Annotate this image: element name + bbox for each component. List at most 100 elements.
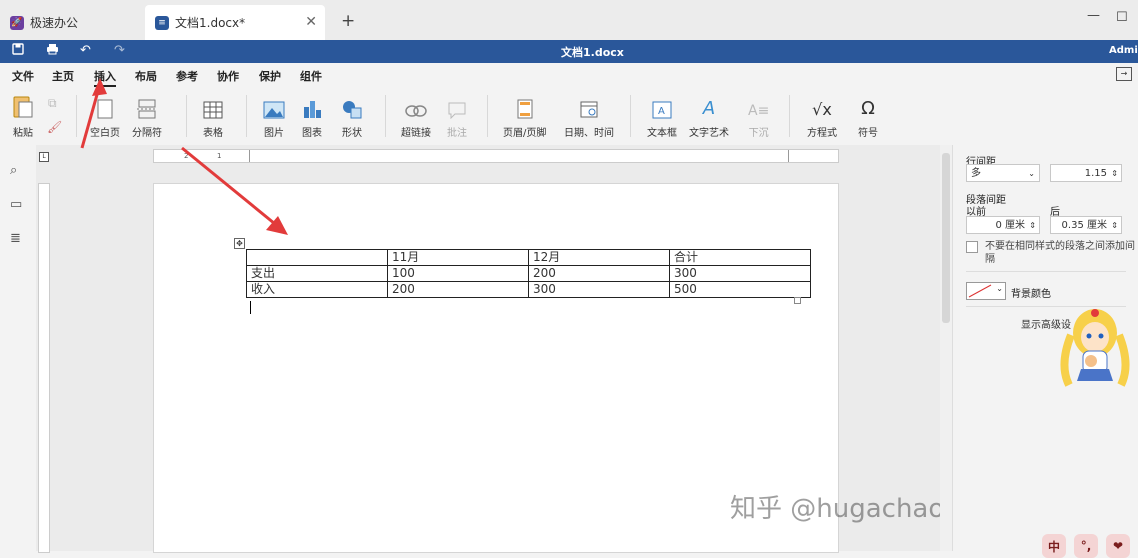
shape-label: 形状 [342, 128, 362, 139]
spinner-icon[interactable]: ⇕ [1111, 217, 1118, 235]
header-footer-icon [517, 93, 533, 119]
table-cell[interactable]: 300 [528, 281, 670, 298]
text-art-button[interactable]: A 文字艺术 [689, 93, 729, 139]
line-spacing-mode-select[interactable]: 多 ⌄ [966, 164, 1040, 182]
tab-stop-icon[interactable]: L [39, 152, 49, 162]
text-art-label: 文字艺术 [689, 128, 729, 139]
table-cell[interactable]: 合计 [669, 249, 811, 266]
equation-button[interactable]: √x 方程式 [807, 93, 837, 139]
text-cursor [250, 301, 251, 314]
vertical-scrollbar[interactable] [940, 145, 952, 551]
minimize-button[interactable]: — [1087, 8, 1100, 23]
spinner-icon[interactable]: ⇕ [1029, 217, 1036, 235]
date-time-button[interactable]: 日期、时间 [564, 93, 614, 139]
annotation-arrows [80, 78, 288, 235]
comment-label: 批注 [447, 128, 467, 139]
dropcap-icon: A≡ [748, 103, 770, 119]
app-logo-icon: 🚀 [10, 15, 24, 30]
table-row: 收入 200 300 500 [246, 281, 811, 298]
paste-button[interactable]: 粘贴 [11, 93, 35, 139]
user-name[interactable]: Admini [1109, 45, 1138, 56]
line-spacing-mode-value: 多 [971, 168, 981, 179]
symbol-label: 符号 [858, 128, 878, 139]
spacing-before-field[interactable]: 0 厘米 ⇕ [966, 216, 1040, 234]
menu-file[interactable]: 文件 [12, 68, 34, 84]
no-space-checkbox[interactable] [966, 241, 978, 253]
table-cell[interactable]: 12月 [528, 249, 670, 266]
clipboard-icon [11, 93, 35, 119]
table-cell[interactable]: 100 [387, 265, 529, 282]
textbox-label: 文本框 [647, 128, 677, 139]
tab-bar: 🚀 极速办公 ≡ 文档1.docx* ✕ + — ☐ [0, 0, 1138, 40]
textbox-button[interactable]: A 文本框 [647, 93, 677, 139]
navigation-icon[interactable]: ≣ [10, 231, 21, 246]
background-color-label: 背景颜色 [1011, 289, 1051, 300]
redo-icon[interactable]: ↷ [114, 43, 125, 59]
title-bar: ↶ ↷ 文档1.docx Admini [0, 40, 1138, 63]
table-cell[interactable] [246, 249, 388, 266]
hyperlink-label: 超链接 [401, 128, 431, 139]
text-art-icon: A [702, 98, 716, 119]
spinner-icon[interactable]: ⇕ [1111, 165, 1118, 183]
document-title: 文档1.docx [561, 46, 624, 59]
date-time-label: 日期、时间 [564, 128, 614, 139]
doc-icon: ≡ [155, 15, 169, 30]
equation-label: 方程式 [807, 128, 837, 139]
ime-heart-chip[interactable]: ❤ [1106, 534, 1130, 558]
comment-button[interactable]: 批注 [447, 93, 467, 139]
background-color-picker[interactable]: ⌄ [966, 282, 1006, 300]
save-icon[interactable] [12, 43, 24, 60]
header-footer-button[interactable]: 页眉/页脚 [503, 93, 546, 139]
table-resize-handle[interactable] [794, 297, 801, 304]
hyperlink-button[interactable]: 超链接 [401, 93, 431, 139]
header-footer-label: 页眉/页脚 [503, 128, 547, 139]
format-painter-icon[interactable]: 🖌 [47, 120, 62, 134]
tab-document[interactable]: ≡ 文档1.docx* ✕ [145, 5, 325, 40]
paste-label: 粘贴 [13, 128, 33, 139]
close-tab-icon[interactable]: ✕ [305, 14, 317, 30]
chevron-down-icon: ⌄ [1028, 169, 1035, 178]
anime-mascot-icon [1060, 309, 1130, 387]
spacing-before-value: 0 厘米 [995, 220, 1025, 231]
omega-icon: Ω [861, 98, 875, 119]
equation-icon: √x [812, 100, 832, 119]
table-cell[interactable]: 200 [387, 281, 529, 298]
table-row: 支出 100 200 300 [246, 265, 811, 282]
line-spacing-value: 1.15 [1084, 168, 1107, 179]
search-icon[interactable]: ⌕ [10, 163, 17, 178]
copy-icon[interactable]: ⧉ [48, 96, 57, 111]
ime-chinese-chip[interactable]: 中 [1042, 534, 1066, 558]
scrollbar-thumb[interactable] [942, 153, 950, 323]
tab-document-label: 文档1.docx* [175, 16, 246, 30]
comment-panel-icon[interactable]: ▭ [10, 197, 22, 212]
vertical-ruler[interactable] [38, 183, 50, 553]
table-cell[interactable]: 11月 [387, 249, 529, 266]
dropcap-button[interactable]: A≡ 下沉 [748, 93, 769, 139]
table-cell[interactable]: 300 [669, 265, 811, 282]
line-spacing-value-field[interactable]: 1.15 ⇕ [1050, 164, 1122, 182]
no-space-label: 不要在相同样式的段落之间添加间隔 [985, 241, 1135, 265]
undo-icon[interactable]: ↶ [80, 43, 91, 59]
spacing-after-value: 0.35 厘米 [1061, 220, 1107, 231]
open-location-icon[interactable]: → [1116, 67, 1132, 81]
ime-punctuation-chip[interactable]: °, [1074, 534, 1098, 558]
tab-home[interactable]: 🚀 极速办公 [0, 5, 140, 40]
table-cell[interactable]: 收入 [246, 281, 388, 298]
table-row: 11月 12月 合计 [246, 249, 811, 266]
spacing-after-field[interactable]: 0.35 厘米 ⇕ [1050, 216, 1122, 234]
svg-text:A: A [658, 106, 665, 117]
data-table[interactable]: 11月 12月 合计 支出 100 200 300 收入 200 300 500 [246, 249, 811, 298]
chevron-down-icon: ⌄ [996, 284, 1003, 293]
shape-button[interactable]: 形状 [341, 93, 363, 139]
print-icon[interactable] [46, 43, 59, 60]
shape-icon [341, 93, 363, 119]
comment-icon [447, 93, 467, 119]
maximize-button[interactable]: ☐ [1116, 10, 1128, 25]
symbol-button[interactable]: Ω 符号 [858, 93, 878, 139]
new-tab-button[interactable]: + [341, 11, 355, 31]
table-cell[interactable]: 500 [669, 281, 811, 298]
table-cell[interactable]: 200 [528, 265, 670, 282]
paragraph-settings-panel: 行间距 多 ⌄ 1.15 ⇕ 段落间距 以前 后 0 厘米 ⇕ 0.35 厘米 … [952, 145, 1138, 558]
dropcap-label: 下沉 [748, 128, 769, 139]
table-cell[interactable]: 支出 [246, 265, 388, 282]
